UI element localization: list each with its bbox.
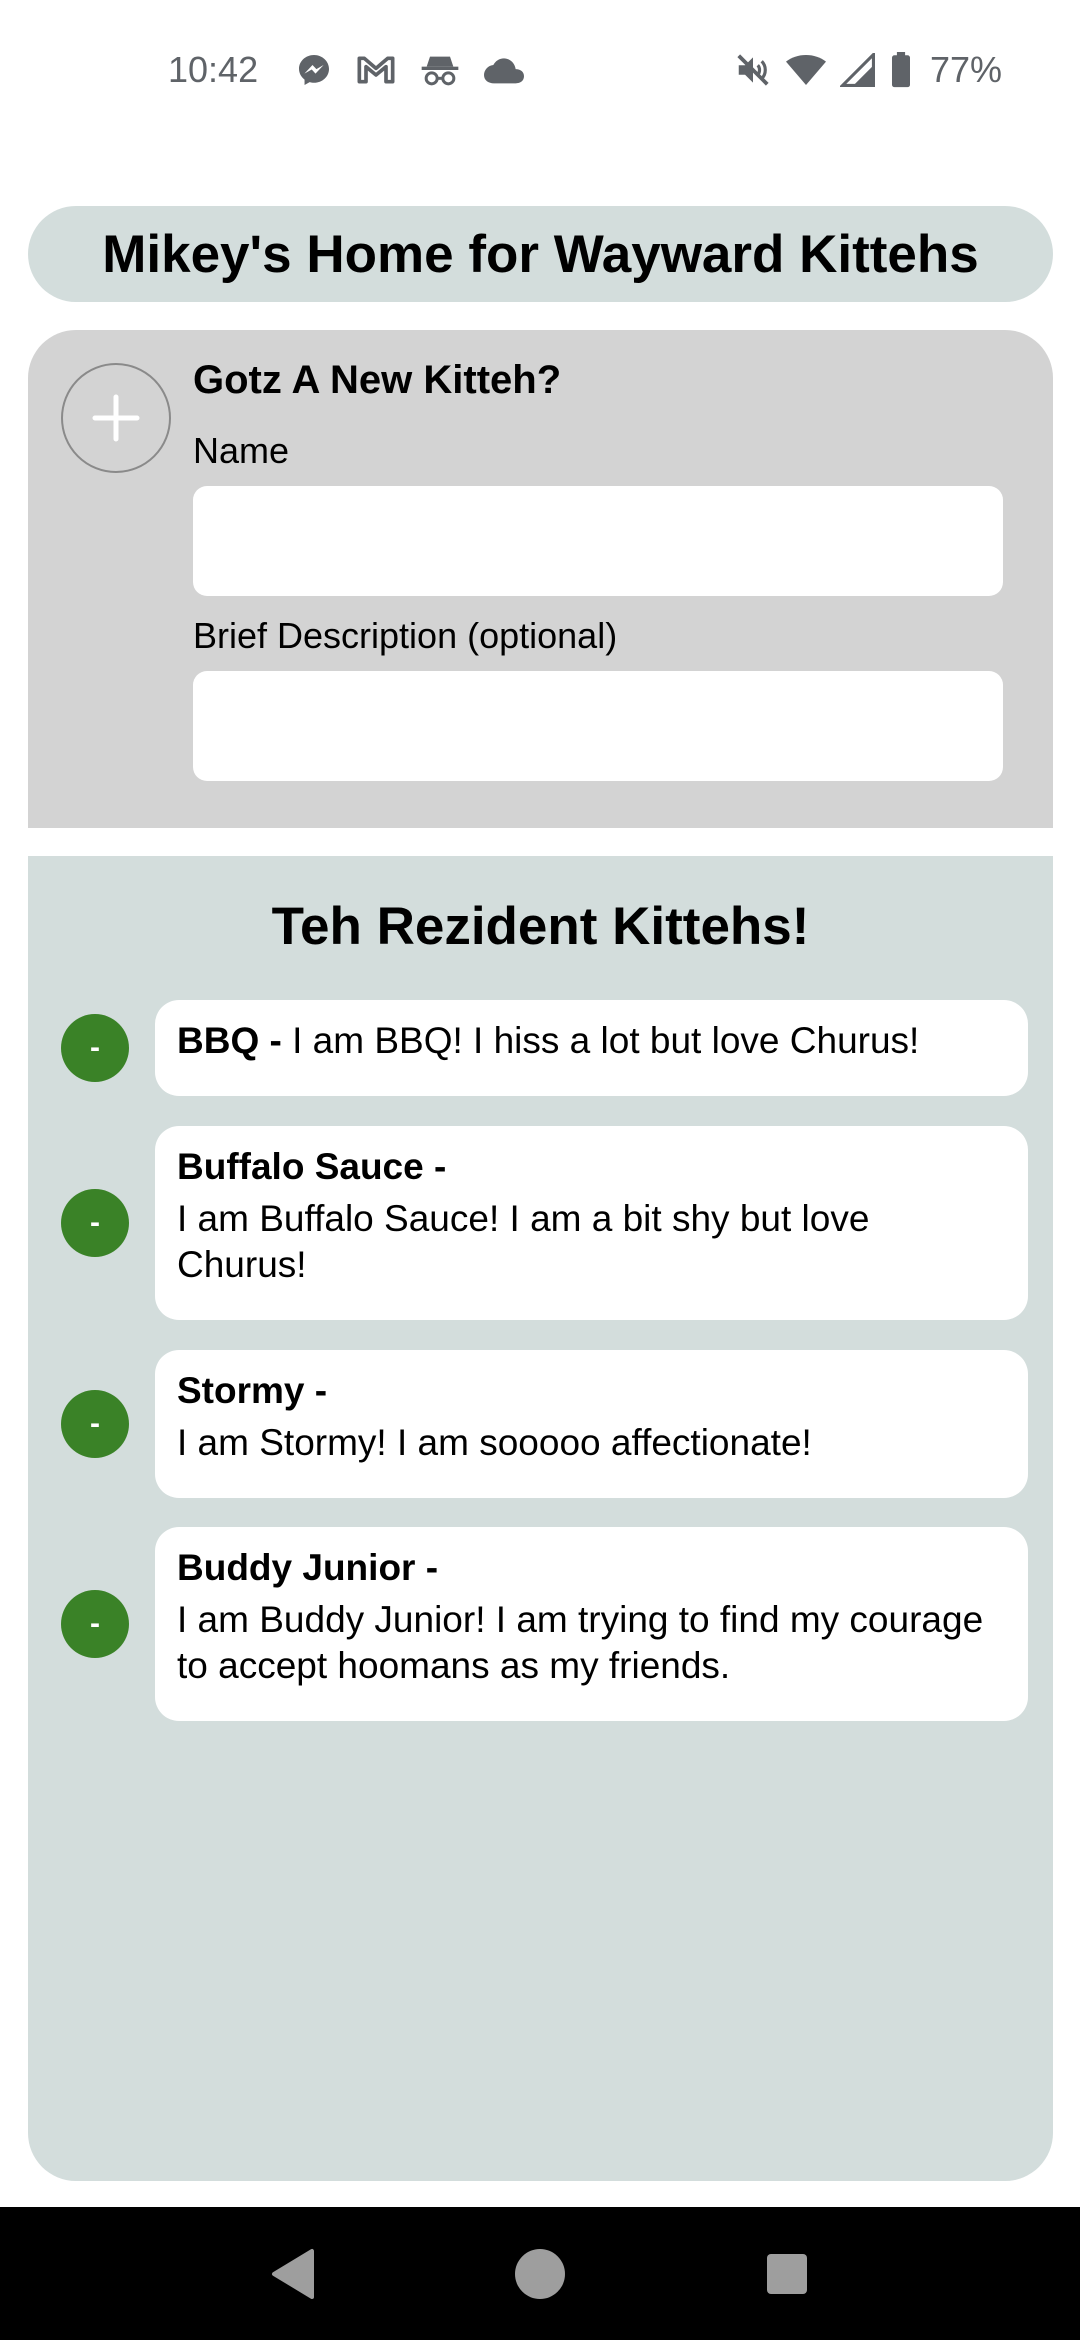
kitteh-description: I am BBQ! I hiss a lot but love Churus! — [292, 1020, 920, 1061]
kitteh-name: BBQ - — [177, 1020, 282, 1061]
remove-kitteh-button[interactable]: - — [61, 1390, 129, 1458]
remove-kitteh-button[interactable]: - — [61, 1014, 129, 1082]
kitteh-card: Stormy - I am Stormy! I am sooooo affect… — [155, 1350, 1028, 1498]
recents-square-icon — [766, 2253, 807, 2294]
description-input[interactable] — [193, 671, 1003, 781]
messenger-icon — [296, 52, 332, 88]
kitteh-list-item: - Stormy - I am Stormy! I am sooooo affe… — [28, 1350, 1053, 1498]
home-circle-icon — [514, 2248, 565, 2299]
app-title-bar: Mikey's Home for Wayward Kittehs — [28, 206, 1053, 302]
kitteh-name: Buddy Junior - — [177, 1547, 439, 1588]
plus-icon — [92, 394, 140, 442]
system-nav-bar — [0, 2207, 1080, 2340]
kitteh-description: I am Buffalo Sauce! I am a bit shy but l… — [177, 1198, 870, 1285]
back-button[interactable] — [253, 2234, 333, 2314]
battery-icon — [890, 52, 912, 88]
status-time: 10:42 — [168, 49, 259, 90]
add-kitteh-button[interactable] — [61, 363, 171, 473]
kitteh-description: I am Buddy Junior! I am trying to find m… — [177, 1599, 984, 1686]
kitteh-list-item: - Buffalo Sauce - I am Buffalo Sauce! I … — [28, 1126, 1053, 1320]
wifi-icon — [785, 53, 826, 87]
description-label: Brief Description (optional) — [193, 615, 618, 656]
kitteh-card: Buddy Junior - I am Buddy Junior! I am t… — [155, 1527, 1028, 1721]
battery-percent: 77% — [929, 49, 1002, 90]
back-triangle-icon — [272, 2248, 315, 2299]
add-kitteh-panel: Gotz A New Kitteh? Name Brief Descriptio… — [28, 330, 1053, 828]
add-kitteh-heading: Gotz A New Kitteh? — [193, 358, 562, 402]
kitteh-description: I am Stormy! I am sooooo affectionate! — [177, 1422, 812, 1463]
name-input[interactable] — [193, 486, 1003, 596]
signal-icon — [839, 53, 876, 87]
recents-button[interactable] — [747, 2234, 827, 2314]
gmail-icon — [356, 54, 396, 86]
kitteh-list-item: - BBQ - I am BBQ! I hiss a lot but love … — [28, 1000, 1053, 1096]
resident-kittehs-heading: Teh Rezident Kittehs! — [271, 897, 810, 956]
kitteh-card: BBQ - I am BBQ! I hiss a lot but love Ch… — [155, 1000, 1028, 1096]
resident-kittehs-panel: Teh Rezident Kittehs! - BBQ - I am BBQ! … — [28, 856, 1053, 2181]
cloud-icon — [484, 56, 525, 84]
status-bar: 10:42 77% — [0, 0, 1080, 140]
home-button[interactable] — [500, 2234, 580, 2314]
kitteh-name: Buffalo Sauce - — [177, 1146, 447, 1187]
name-label: Name — [193, 430, 290, 471]
mute-icon — [734, 51, 772, 89]
incognito-icon — [420, 51, 460, 89]
remove-kitteh-button[interactable]: - — [61, 1189, 129, 1257]
kitteh-card: Buffalo Sauce - I am Buffalo Sauce! I am… — [155, 1126, 1028, 1320]
kitteh-list-item: - Buddy Junior - I am Buddy Junior! I am… — [28, 1527, 1053, 1721]
app-title: Mikey's Home for Wayward Kittehs — [102, 224, 979, 284]
kitteh-name: Stormy - — [177, 1370, 328, 1411]
remove-kitteh-button[interactable]: - — [61, 1590, 129, 1658]
